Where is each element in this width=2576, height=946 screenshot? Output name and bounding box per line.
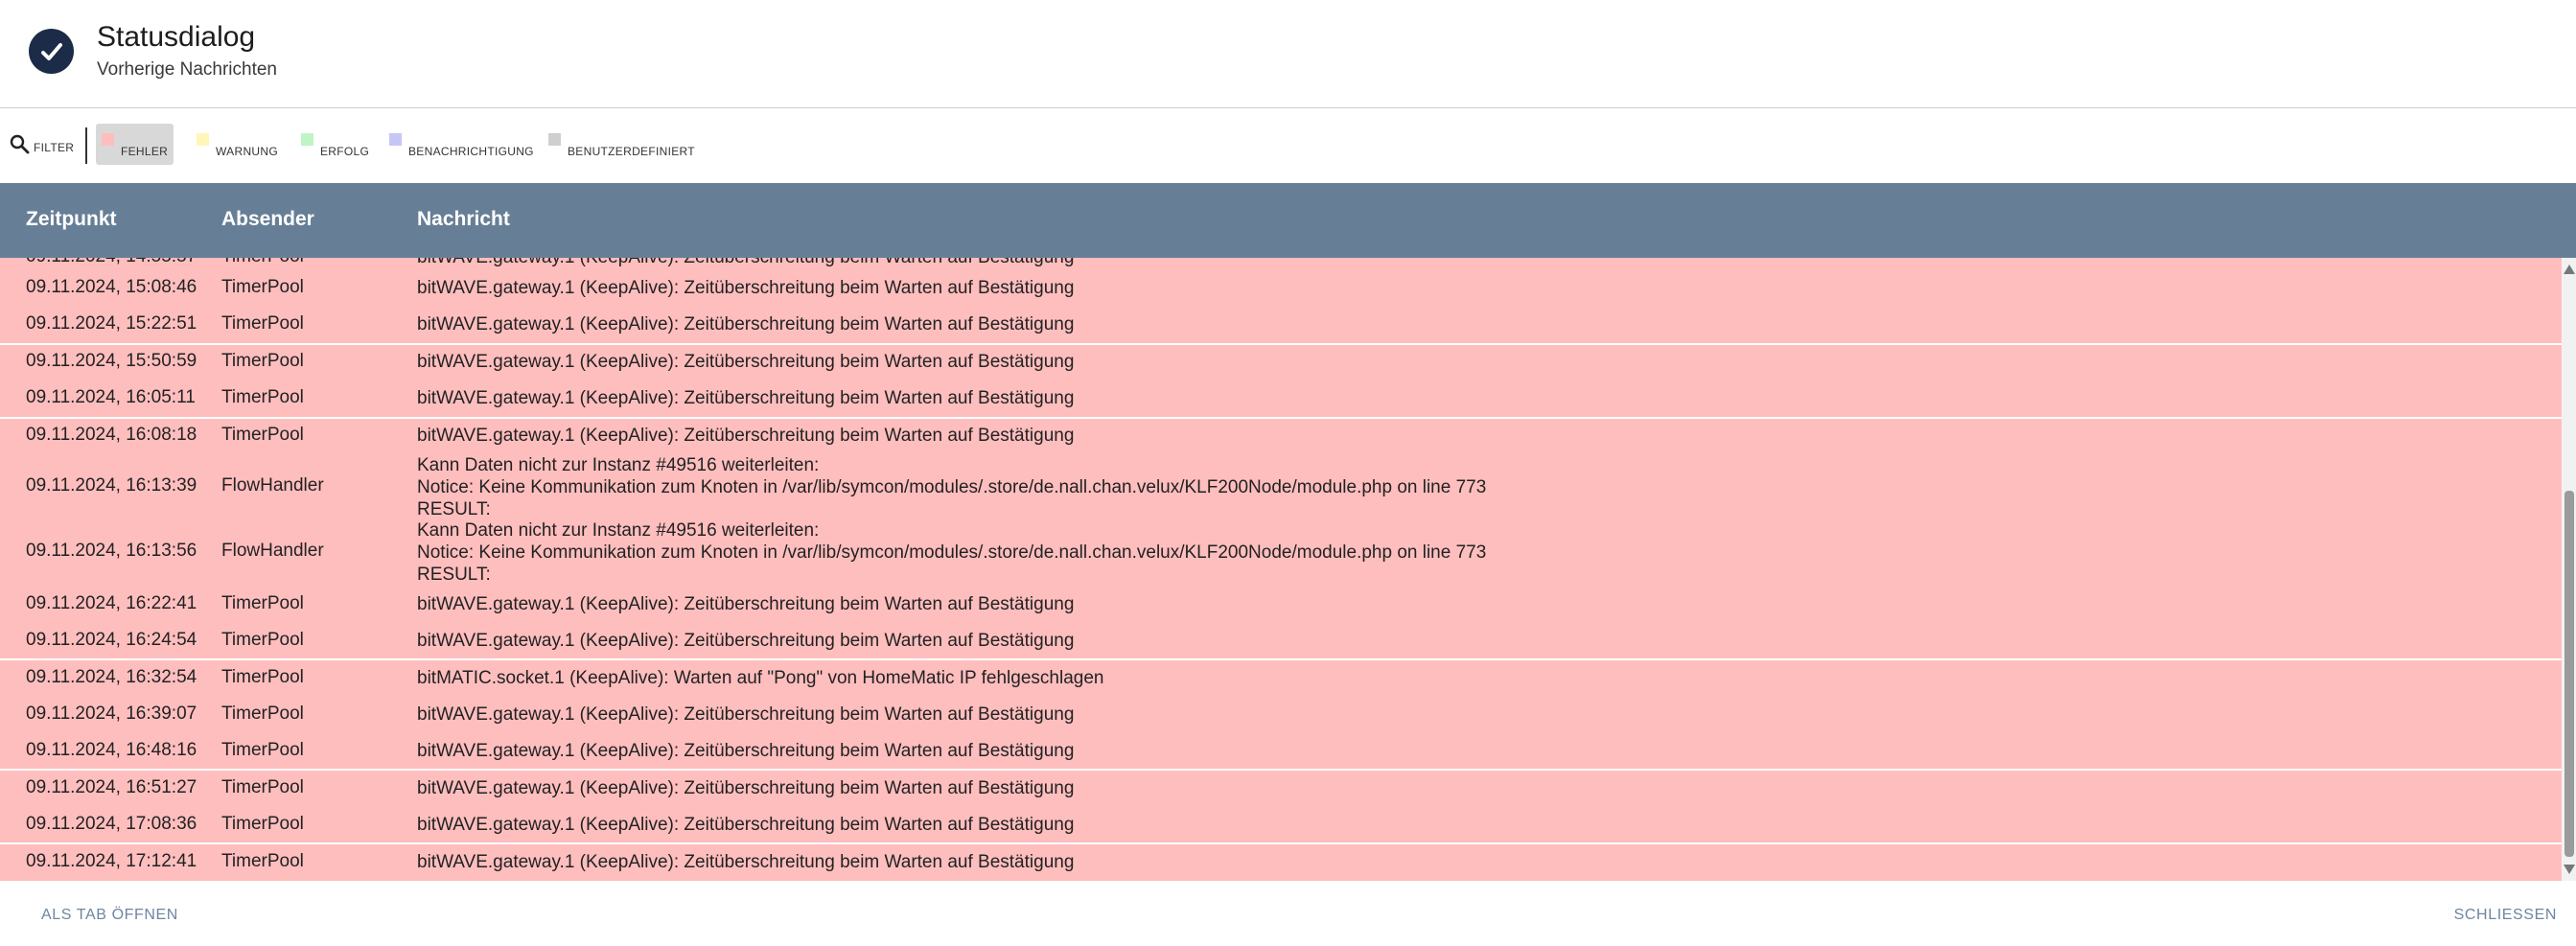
fehler-color-swatch bbox=[102, 133, 114, 146]
filter-chip-label: FEHLER bbox=[121, 145, 169, 158]
row-sender: TimerPool bbox=[221, 351, 304, 371]
row-sender: TimerPool bbox=[221, 851, 304, 871]
row-message: bitWAVE.gateway.1 (KeepAlive): Zeitübers… bbox=[417, 631, 1075, 651]
row-separator bbox=[0, 769, 2562, 771]
row-separator bbox=[0, 658, 2562, 660]
filter-bar: FILTER FEHLER WARNUNG ERFOLG BENACHRICHT… bbox=[0, 108, 2576, 183]
filter-chip-warnung[interactable]: WARNUNG bbox=[191, 124, 284, 165]
row-time: 09.11.2024, 17:12:41 bbox=[26, 851, 197, 871]
row-sender: TimerPool bbox=[221, 313, 304, 334]
row-time: 09.11.2024, 16:05:11 bbox=[26, 387, 196, 407]
vertical-scrollbar[interactable] bbox=[2562, 258, 2576, 881]
message-line: Notice: Keine Kommunikation zum Knoten i… bbox=[417, 542, 1487, 563]
row-message: bitWAVE.gateway.1 (KeepAlive): Zeitübers… bbox=[417, 852, 1075, 872]
dialog-subtitle: Vorherige Nachrichten bbox=[97, 59, 277, 80]
row-time: 09.11.2024, 16:39:07 bbox=[26, 704, 197, 724]
filter-chip-erfolg[interactable]: ERFOLG bbox=[295, 124, 375, 165]
erfolg-color-swatch bbox=[301, 133, 313, 146]
dialog-title: Statusdialog bbox=[97, 21, 256, 53]
message-table-body: 09.11.2024, 14:55:57 TimerPool bitWAVE.g… bbox=[0, 258, 2562, 881]
row-time: 09.11.2024, 16:13:39 bbox=[26, 475, 197, 496]
row-sender: TimerPool bbox=[221, 777, 304, 797]
benutzerdefiniert-color-swatch bbox=[548, 133, 561, 146]
row-message: bitWAVE.gateway.1 (KeepAlive): Zeitübers… bbox=[417, 388, 1075, 408]
row-time: 09.11.2024, 16:48:16 bbox=[26, 740, 197, 760]
filter-label: FILTER bbox=[34, 141, 75, 154]
table-header: Zeitpunkt Absender Nachricht bbox=[0, 183, 2576, 258]
benachrichtigung-color-swatch bbox=[389, 133, 402, 146]
row-sender: TimerPool bbox=[221, 387, 304, 407]
row-time: 09.11.2024, 16:24:54 bbox=[26, 630, 197, 650]
check-circle-icon bbox=[29, 29, 74, 74]
row-message: Kann Daten nicht zur Instanz #49516 weit… bbox=[417, 519, 1486, 586]
row-message: bitWAVE.gateway.1 (KeepAlive): Zeitübers… bbox=[417, 594, 1075, 614]
row-message: bitWAVE.gateway.1 (KeepAlive): Zeitübers… bbox=[417, 278, 1075, 298]
filter-chip-label: ERFOLG bbox=[320, 145, 370, 158]
filter-chip-label: WARNUNG bbox=[216, 145, 278, 158]
filter-chip-benutzerdefiniert[interactable]: BENUTZERDEFINIERT bbox=[543, 124, 701, 165]
filter-chip-label: BENACHRICHTIGUNG bbox=[408, 145, 534, 158]
row-sender: TimerPool bbox=[221, 667, 304, 687]
message-line: RESULT: bbox=[417, 565, 491, 585]
scroll-down-arrow-icon[interactable] bbox=[2564, 865, 2575, 874]
filter-search-button[interactable]: FILTER bbox=[10, 134, 74, 157]
row-separator bbox=[0, 343, 2562, 345]
row-sender: TimerPool bbox=[221, 277, 304, 297]
row-message: bitWAVE.gateway.1 (KeepAlive): Zeitübers… bbox=[417, 778, 1075, 798]
row-sender: TimerPool bbox=[221, 593, 304, 613]
filter-chip-fehler[interactable]: FEHLER bbox=[96, 124, 174, 165]
close-button[interactable]: SCHLIESSEN bbox=[2454, 907, 2557, 924]
message-line: Notice: Keine Kommunikation zum Knoten i… bbox=[417, 477, 1487, 497]
row-time: 09.11.2024, 16:51:27 bbox=[26, 777, 197, 797]
row-sender: TimerPool bbox=[221, 425, 304, 445]
column-header-absender[interactable]: Absender bbox=[221, 208, 314, 231]
row-time: 09.11.2024, 16:08:18 bbox=[26, 425, 197, 445]
row-separator bbox=[0, 417, 2562, 419]
row-sender: TimerPool bbox=[221, 704, 304, 724]
row-message: bitWAVE.gateway.1 (KeepAlive): Zeitübers… bbox=[417, 741, 1075, 761]
row-time: 09.11.2024, 14:55:57 bbox=[26, 258, 197, 267]
row-sender: TimerPool bbox=[221, 258, 304, 267]
row-message: bitMATIC.socket.1 (KeepAlive): Warten au… bbox=[417, 668, 1104, 688]
filter-chip-label: BENUTZERDEFINIERT bbox=[568, 145, 695, 158]
row-time: 09.11.2024, 16:22:41 bbox=[26, 593, 197, 613]
row-time: 09.11.2024, 17:08:36 bbox=[26, 814, 197, 834]
row-time: 09.11.2024, 16:13:56 bbox=[26, 541, 197, 561]
row-message: bitWAVE.gateway.1 (KeepAlive): Zeitübers… bbox=[417, 704, 1075, 725]
row-message: Kann Daten nicht zur Instanz #49516 weit… bbox=[417, 454, 1486, 520]
search-icon bbox=[10, 134, 30, 154]
row-sender: TimerPool bbox=[221, 814, 304, 834]
column-header-zeitpunkt[interactable]: Zeitpunkt bbox=[26, 208, 117, 231]
row-message: bitWAVE.gateway.1 (KeepAlive): Zeitübers… bbox=[417, 815, 1075, 835]
row-message: bitWAVE.gateway.1 (KeepAlive): Zeitübers… bbox=[417, 426, 1075, 446]
row-message: bitWAVE.gateway.1 (KeepAlive): Zeitübers… bbox=[417, 352, 1075, 372]
open-as-tab-button[interactable]: ALS TAB ÖFFNEN bbox=[41, 907, 178, 924]
message-line: Kann Daten nicht zur Instanz #49516 weit… bbox=[417, 455, 820, 475]
row-time: 09.11.2024, 15:22:51 bbox=[26, 313, 197, 334]
message-line: Kann Daten nicht zur Instanz #49516 weit… bbox=[417, 520, 820, 541]
column-header-nachricht[interactable]: Nachricht bbox=[417, 208, 510, 231]
filter-chip-benachrichtigung[interactable]: BENACHRICHTIGUNG bbox=[383, 124, 540, 165]
row-message: bitWAVE.gateway.1 (KeepAlive): Zeitübers… bbox=[417, 258, 1074, 268]
row-sender: FlowHandler bbox=[221, 475, 324, 496]
row-message: bitWAVE.gateway.1 (KeepAlive): Zeitübers… bbox=[417, 314, 1075, 335]
scrollbar-thumb[interactable] bbox=[2564, 491, 2574, 857]
scroll-up-arrow-icon[interactable] bbox=[2564, 265, 2575, 274]
message-line: RESULT: bbox=[417, 499, 491, 519]
row-sender: TimerPool bbox=[221, 740, 304, 760]
row-separator bbox=[0, 842, 2562, 844]
warnung-color-swatch bbox=[197, 133, 209, 146]
dialog-header: Statusdialog Vorherige Nachrichten bbox=[0, 0, 2576, 108]
row-time: 09.11.2024, 15:08:46 bbox=[26, 277, 197, 297]
row-sender: FlowHandler bbox=[221, 541, 324, 561]
filter-divider bbox=[85, 127, 87, 164]
row-time: 09.11.2024, 16:32:54 bbox=[26, 667, 197, 687]
row-sender: TimerPool bbox=[221, 630, 304, 650]
row-time: 09.11.2024, 15:50:59 bbox=[26, 351, 197, 371]
